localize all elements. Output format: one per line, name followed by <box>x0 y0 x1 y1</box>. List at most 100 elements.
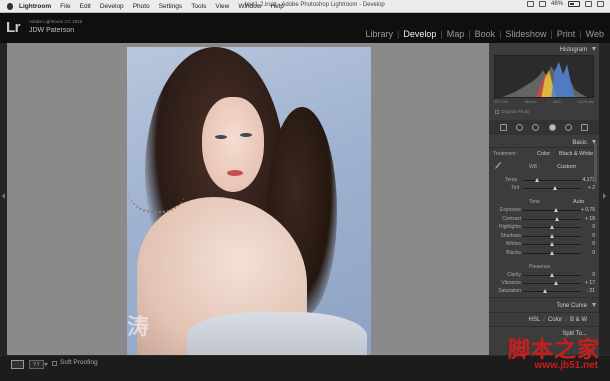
window-title: test1-2.lrcat - Adobe Photoshop Lightroo… <box>245 2 385 8</box>
menu-develop[interactable]: Develop <box>100 3 124 10</box>
tone-value[interactable]: 0 <box>592 224 595 230</box>
left-panel-toggle[interactable] <box>0 43 7 355</box>
presence-slider[interactable] <box>523 273 581 277</box>
portrait-photo[interactable]: 涛 <box>127 47 371 355</box>
presence-slider[interactable] <box>523 281 581 285</box>
image-viewer[interactable]: 涛 <box>7 43 489 355</box>
loupe-view-icon[interactable] <box>11 360 24 369</box>
presence-value[interactable]: + 17 <box>585 280 595 286</box>
module-picker: Library | Develop | Map | Book | Slidesh… <box>363 29 606 39</box>
tone-label: Tone <box>529 199 540 205</box>
treatment-bw-button[interactable]: Black & White <box>559 151 593 157</box>
graduated-filter-icon[interactable] <box>548 124 556 131</box>
tone-slider[interactable] <box>523 208 581 212</box>
soft-proofing-checkbox[interactable] <box>52 361 57 366</box>
tone-slider[interactable] <box>523 250 581 255</box>
histogram-graph[interactable] <box>494 55 594 98</box>
tone-value[interactable]: 0 <box>592 241 595 247</box>
tone-label: Highlights <box>499 224 521 230</box>
treatment-color-button[interactable]: Color <box>537 151 550 157</box>
tone-value[interactable]: + 18 <box>585 216 595 222</box>
slider-knob[interactable] <box>549 233 554 238</box>
red-eye-icon[interactable] <box>532 124 540 131</box>
hsl-tab[interactable]: HSL <box>529 317 541 323</box>
tone-value[interactable]: 0 <box>592 250 595 256</box>
presence-label: Saturation <box>498 288 521 294</box>
module-map[interactable]: Map <box>445 29 467 39</box>
divider <box>489 147 599 148</box>
histogram-header[interactable]: Histogram <box>489 45 599 54</box>
slider-knob[interactable] <box>554 281 559 285</box>
tone-slider[interactable] <box>523 233 581 238</box>
right-panel-toggle[interactable] <box>599 43 610 355</box>
basic-header[interactable]: Basic <box>489 138 599 147</box>
menu-photo[interactable]: Photo <box>133 3 150 10</box>
presence-slider[interactable] <box>523 289 581 293</box>
module-book[interactable]: Book <box>473 29 498 39</box>
menu-settings[interactable]: Settings <box>159 3 183 10</box>
hsl-header[interactable]: HSL / Color / B & W <box>489 315 599 324</box>
slider-knob[interactable] <box>553 186 557 190</box>
menu-view[interactable]: View <box>215 3 229 10</box>
tint-value[interactable]: + 2 <box>588 185 595 191</box>
hsl-color-tab[interactable]: Color <box>548 317 562 323</box>
panel-scrollbar[interactable] <box>594 143 597 183</box>
original-photo-toggle[interactable]: Original Photo <box>495 109 530 114</box>
treatment-label: Treatment : <box>493 151 519 157</box>
iso-value: ISO 100 <box>494 100 508 104</box>
tone-slider[interactable] <box>523 225 581 229</box>
slider-knob[interactable] <box>549 242 554 246</box>
crop-tool-icon[interactable] <box>499 124 507 131</box>
menu-file[interactable]: File <box>60 3 70 10</box>
tone-value[interactable]: 0 <box>592 233 595 239</box>
slider-knob[interactable] <box>543 289 548 293</box>
list-icon[interactable] <box>597 1 604 7</box>
original-photo-label: Original Photo <box>501 109 530 114</box>
menu-lightroom[interactable]: Lightroom <box>19 3 51 10</box>
wb-eyedropper-icon[interactable] <box>495 162 505 172</box>
presence-value[interactable]: - 21 <box>586 288 595 294</box>
tint-slider[interactable] <box>523 186 581 190</box>
apple-icon[interactable] <box>7 2 13 10</box>
slider-knob[interactable] <box>549 250 554 255</box>
wb-select[interactable]: Custom <box>557 164 576 170</box>
hsl-bw-tab[interactable]: B & W <box>570 317 587 323</box>
checkbox-icon[interactable] <box>495 109 499 114</box>
temp-slider[interactable] <box>523 178 581 182</box>
tone-curve-header[interactable]: Tone Curve <box>489 301 599 310</box>
status-icons: 48% <box>526 1 604 7</box>
presence-value[interactable]: 0 <box>592 272 595 278</box>
photo-lips <box>227 170 243 176</box>
slider-knob[interactable] <box>549 273 554 277</box>
slider-knob[interactable] <box>554 208 559 212</box>
adjustment-brush-icon[interactable] <box>581 124 589 131</box>
photo-face <box>202 97 264 192</box>
module-library[interactable]: Library <box>363 29 395 39</box>
spot-removal-icon[interactable] <box>515 124 523 131</box>
tone-slider[interactable] <box>523 242 581 246</box>
battery-icon[interactable] <box>568 1 580 7</box>
module-web[interactable]: Web <box>584 29 606 39</box>
menu-edit[interactable]: Edit <box>80 3 91 10</box>
menu-tools[interactable]: Tools <box>191 3 206 10</box>
divider <box>489 312 599 313</box>
tone-value[interactable]: + 0.75 <box>581 207 595 213</box>
tone-slider[interactable] <box>523 216 581 221</box>
slider-knob[interactable] <box>555 216 560 221</box>
before-after-icon[interactable]: YY <box>29 360 44 369</box>
dropdown-icon[interactable] <box>44 363 48 366</box>
identity-version: Adobe Lightroom CC 2015 <box>29 19 83 24</box>
tone-auto-button[interactable]: Auto <box>573 199 584 205</box>
search-icon[interactable] <box>585 1 592 7</box>
dropbox-icon[interactable] <box>526 1 534 7</box>
slider-knob[interactable] <box>549 225 554 229</box>
radial-filter-icon[interactable] <box>564 124 572 131</box>
identity-bar: Lr Adobe Lightroom CC 2015 JDW Paterson … <box>0 13 610 43</box>
wifi-icon[interactable] <box>538 1 546 7</box>
module-develop[interactable]: Develop <box>401 29 438 39</box>
slider-knob[interactable] <box>535 178 539 182</box>
shutter-speed: 1/125 sec <box>577 100 594 104</box>
tab-separator: / <box>543 316 545 323</box>
module-slideshow[interactable]: Slideshow <box>503 29 548 39</box>
module-print[interactable]: Print <box>555 29 578 39</box>
